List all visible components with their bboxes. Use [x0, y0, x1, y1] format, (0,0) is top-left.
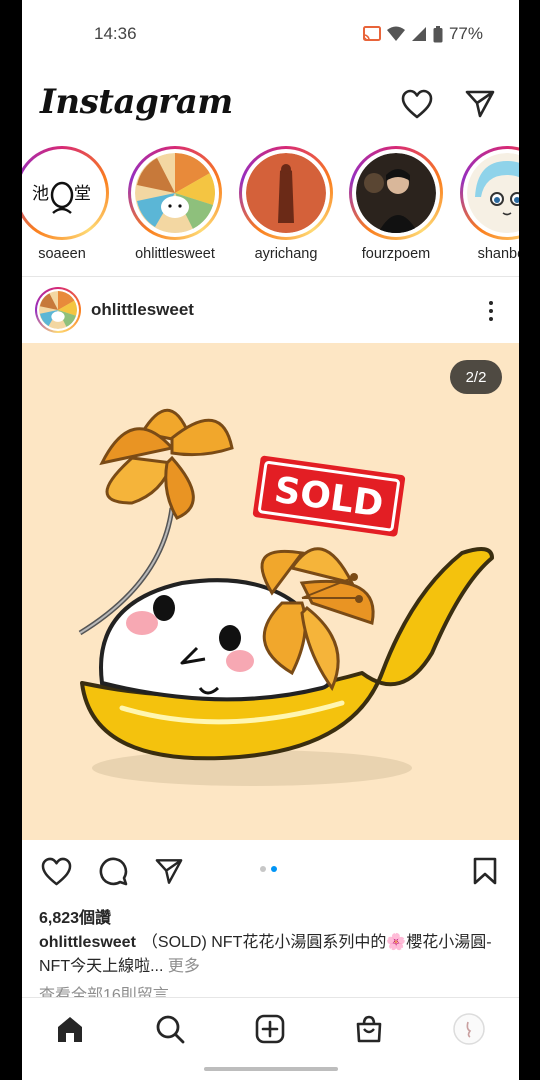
- cast-icon: [362, 26, 381, 41]
- post-caption: ohlittlesweet （SOLD) NFT花花小湯圓系列中的🌸櫻花小湯圓-N…: [39, 931, 509, 979]
- stories-divider: [22, 276, 519, 277]
- heart-icon: [401, 89, 433, 119]
- more-dot: [489, 301, 493, 305]
- story-username: soaeen: [38, 246, 86, 262]
- nav-shop[interactable]: [352, 1012, 386, 1046]
- story-username: shanbei_: [477, 246, 519, 262]
- status-bar: 14:36 77%: [22, 0, 519, 70]
- story-item[interactable]: shanbei_: [452, 146, 519, 262]
- caption-username[interactable]: ohlittlesweet: [39, 934, 136, 951]
- post-author-username[interactable]: ohlittlesweet: [91, 300, 194, 320]
- nav-search[interactable]: [153, 1012, 187, 1046]
- comment-button[interactable]: [96, 854, 130, 888]
- story-avatar: 池堂: [22, 153, 102, 233]
- carousel-counter: 2/2: [450, 360, 502, 394]
- post-image[interactable]: SOLD: [22, 343, 519, 840]
- story-avatar: [356, 153, 436, 233]
- instagram-screen: 14:36 77% Instagram 池堂 soaeen ohlittlesw…: [22, 0, 519, 1080]
- caption-more-link[interactable]: 更多: [168, 958, 200, 975]
- post-options-button[interactable]: [480, 296, 502, 326]
- story-ring: [239, 146, 333, 240]
- story-username: ohlittlesweet: [135, 246, 215, 262]
- home-indicator: [204, 1067, 338, 1071]
- more-dot: [489, 317, 493, 321]
- story-ring: [460, 146, 519, 240]
- post-author-avatar[interactable]: [35, 287, 81, 333]
- story-item[interactable]: fourzpoem: [341, 146, 451, 262]
- search-icon: [156, 1015, 185, 1044]
- status-time: 14:36: [94, 24, 137, 43]
- more-dot: [489, 309, 493, 313]
- activity-button[interactable]: [399, 86, 435, 122]
- carousel-dot-active: [271, 866, 277, 872]
- save-button[interactable]: [468, 854, 502, 888]
- story-item[interactable]: ayrichang: [231, 146, 341, 262]
- comment-icon: [99, 857, 128, 886]
- story-avatar: [135, 153, 215, 233]
- shop-icon: [356, 1015, 382, 1043]
- story-username: ayrichang: [254, 246, 318, 262]
- send-icon: [465, 90, 495, 118]
- stories-tray: 池堂 soaeen ohlittlesweet ayrichang fourzp…: [22, 146, 519, 274]
- story-ring: [349, 146, 443, 240]
- story-username: fourzpoem: [361, 246, 431, 262]
- story-ring: 池堂: [22, 146, 109, 240]
- nav-create[interactable]: [253, 1012, 287, 1046]
- post-actions: [22, 848, 519, 894]
- signal-icon: [411, 27, 426, 41]
- send-icon: [155, 858, 183, 884]
- carousel-indicator: [260, 866, 277, 872]
- wifi-icon: [386, 26, 405, 41]
- messages-button[interactable]: [462, 86, 498, 122]
- tangyuan-illustration: SOLD: [22, 343, 519, 840]
- carousel-dot: [260, 866, 266, 872]
- profile-avatar: [453, 1013, 485, 1045]
- nav-profile[interactable]: [452, 1012, 486, 1046]
- battery-icon: [433, 25, 443, 42]
- bookmark-icon: [473, 857, 497, 885]
- story-avatar: [246, 153, 326, 233]
- create-icon: [255, 1014, 285, 1044]
- bottom-navigation: [22, 997, 519, 1080]
- story-item[interactable]: ohlittlesweet: [120, 146, 230, 262]
- story-ring: [128, 146, 222, 240]
- app-header: Instagram: [22, 78, 519, 134]
- status-icons: 77%: [362, 24, 483, 44]
- instagram-logo: Instagram: [40, 82, 233, 122]
- story-item[interactable]: 池堂 soaeen: [22, 146, 117, 262]
- share-button[interactable]: [152, 854, 186, 888]
- svg-text:池: 池: [32, 184, 49, 204]
- heart-icon: [41, 857, 71, 885]
- like-button[interactable]: [39, 854, 73, 888]
- home-icon: [58, 1017, 82, 1042]
- svg-text:堂: 堂: [74, 184, 91, 204]
- post-header: ohlittlesweet: [22, 282, 519, 340]
- like-count[interactable]: 6,823個讚: [39, 904, 111, 928]
- nav-home[interactable]: [53, 1012, 87, 1046]
- story-avatar: [467, 153, 519, 233]
- battery-percent: 77%: [448, 24, 483, 43]
